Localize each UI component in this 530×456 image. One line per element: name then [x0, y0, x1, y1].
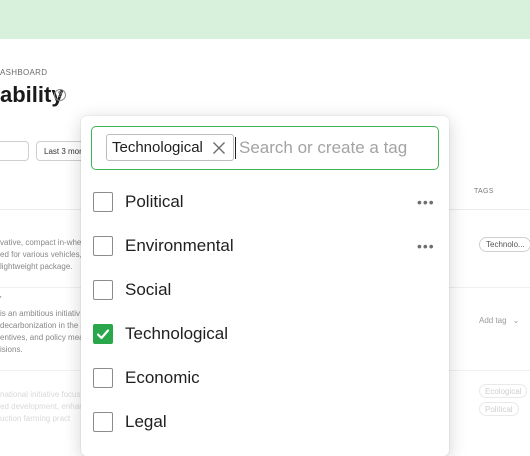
row-description-line: ed for various vehicles,	[0, 250, 82, 259]
row-description-line: national initiative focus	[0, 390, 81, 399]
tag-option-environmental[interactable]: Environmental •••	[81, 224, 449, 268]
chevron-down-icon: ⌄	[512, 316, 520, 325]
tag-option-social[interactable]: Social	[81, 268, 449, 312]
tag-option-label: Technological	[125, 324, 229, 343]
tag-search-input[interactable]	[237, 135, 432, 161]
row-tag-chip[interactable]: Political	[479, 402, 519, 416]
column-header-tags[interactable]: TAGS	[474, 188, 494, 195]
close-icon[interactable]	[212, 141, 226, 155]
checkmark-icon	[96, 329, 110, 340]
checkbox[interactable]	[93, 412, 113, 432]
tag-option-label: Social	[125, 280, 172, 299]
checkbox[interactable]	[93, 280, 113, 300]
tag-option-label: Political	[125, 192, 184, 211]
row-description-line: lightweight package.	[0, 262, 73, 271]
filter-input[interactable]	[0, 141, 29, 161]
more-options-icon[interactable]: •••	[417, 238, 435, 254]
tag-dropdown: Technological Political ••• Environmenta…	[81, 116, 449, 456]
checkbox-checked[interactable]	[93, 324, 113, 344]
row-description-line: uction farming pract	[0, 414, 71, 423]
tag-option-label: Economic	[125, 368, 200, 387]
top-banner	[0, 0, 530, 39]
tag-search-box[interactable]: Technological	[91, 126, 439, 170]
row-marker: '	[0, 295, 2, 304]
text-caret	[235, 137, 236, 159]
breadcrumb[interactable]: ASHBOARD	[0, 68, 47, 77]
row-description-line: isions.	[0, 345, 23, 354]
checkbox[interactable]	[93, 236, 113, 256]
row-tag-chip[interactable]: Technolo...	[479, 237, 530, 252]
tag-option-label: Legal	[125, 412, 167, 431]
tag-option-legal[interactable]: Legal	[81, 400, 449, 444]
add-tag-label: Add tag	[479, 316, 507, 325]
tag-option-political[interactable]: Political •••	[81, 180, 449, 224]
checkbox[interactable]	[93, 192, 113, 212]
row-tag-chip[interactable]: Ecological	[479, 384, 528, 398]
tag-option-technological[interactable]: Technological	[81, 312, 449, 356]
row-description-line: decarbonization in the s	[0, 321, 85, 330]
row-description-line: ed development, enhanc	[0, 402, 88, 411]
selected-tag-label: Technological	[112, 139, 203, 156]
tag-option-economic[interactable]: Economic	[81, 356, 449, 400]
row-description-line: entives, and policy mea	[0, 333, 84, 342]
tag-option-label: Environmental	[125, 236, 234, 255]
more-options-icon[interactable]: •••	[417, 194, 435, 210]
add-tag-button[interactable]: Add tag ⌄	[479, 316, 519, 325]
row-description-line: is an ambitious initiativ	[0, 309, 81, 318]
row-description-line: vative, compact in-whee	[0, 238, 86, 247]
selected-tag-chip[interactable]: Technological	[106, 134, 234, 161]
checkbox[interactable]	[93, 368, 113, 388]
question-circle-icon[interactable]: ?	[54, 89, 66, 101]
